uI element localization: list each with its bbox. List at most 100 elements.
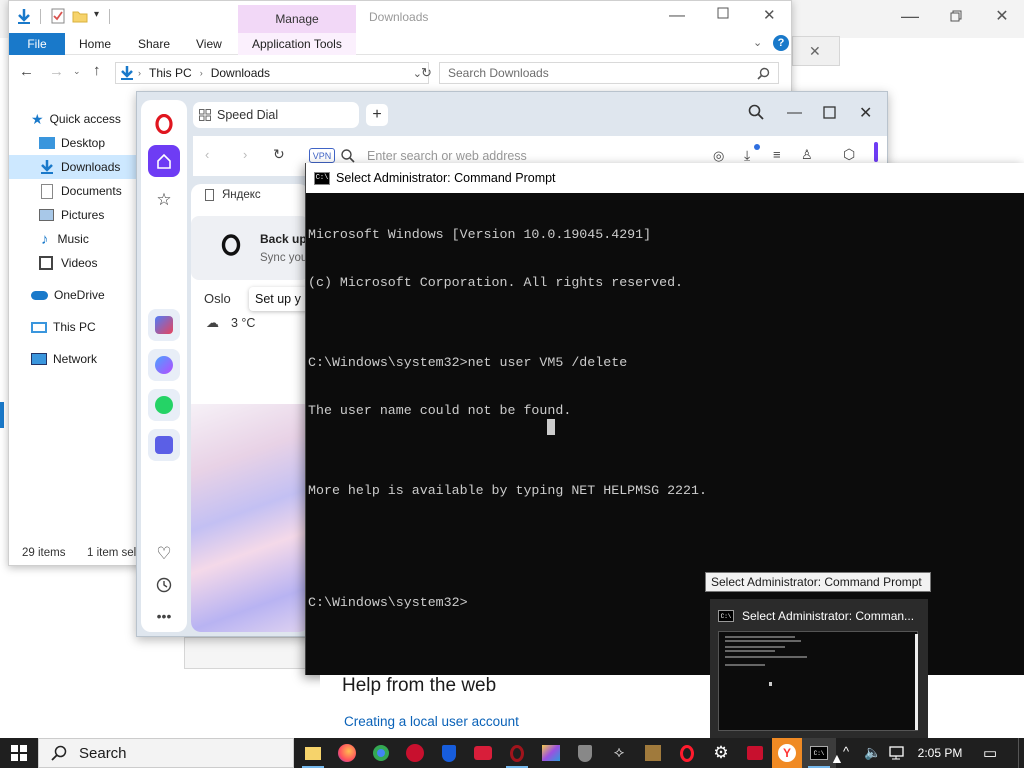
forward-icon[interactable]: ›	[243, 147, 247, 162]
nav-downloads[interactable]: Downloads	[9, 155, 137, 179]
cmd-titlebar[interactable]: C:\ Select Administrator: Command Prompt	[306, 163, 1024, 193]
breadcrumb-this-pc[interactable]: This PC	[149, 66, 192, 80]
bookmark-yandex[interactable]: Яндекс	[222, 189, 261, 201]
taskbar-settings[interactable]: ⚙	[704, 738, 738, 768]
bg-small-close-icon[interactable]: ✕	[809, 43, 821, 60]
help-link[interactable]: Creating a local user account	[344, 714, 519, 729]
recent-dropdown-icon[interactable]: ⌄	[73, 66, 81, 77]
taskbar-app-tray[interactable]	[738, 738, 772, 768]
back-icon[interactable]: ‹	[205, 147, 209, 162]
sidebar-home-button[interactable]	[148, 145, 180, 177]
taskbar-thumbnail-preview[interactable]: C:\ Select Administrator: Comman...	[710, 599, 928, 738]
properties-icon[interactable]	[49, 7, 67, 25]
bg-close-button[interactable]: ✕	[988, 6, 1016, 26]
taskbar-app-network[interactable]: ⟡	[602, 738, 636, 768]
profile-icon[interactable]: ♙	[801, 147, 813, 163]
thumbnail-text-line	[725, 640, 801, 642]
sidebar-aria-app[interactable]	[148, 309, 180, 341]
qat-dropdown-icon[interactable]: ▾	[94, 9, 99, 20]
tab-speed-dial[interactable]: Speed Dial	[193, 102, 359, 128]
taskbar-app-camera[interactable]	[466, 738, 500, 768]
sidebar-whatsapp-app[interactable]	[148, 389, 180, 421]
explorer-ribbon: File Home Share View Application Tools ⌄…	[9, 33, 791, 55]
forward-arrow-icon[interactable]: →	[49, 63, 64, 80]
sidebar-music-app[interactable]	[148, 429, 180, 461]
opera-logo-icon[interactable]	[152, 112, 176, 136]
taskbar-app-shield[interactable]	[568, 738, 602, 768]
help-icon[interactable]: ?	[773, 35, 789, 51]
crypto-wallet-icon[interactable]: ⬡	[843, 146, 855, 163]
computer-icon	[31, 321, 47, 333]
nav-pictures[interactable]: Pictures	[9, 203, 137, 227]
taskbar-firefox[interactable]	[330, 738, 364, 768]
breadcrumb-chevron-icon: ›	[199, 68, 203, 78]
nav-desktop[interactable]: Desktop	[9, 131, 137, 155]
reload-icon[interactable]: ↻	[273, 146, 285, 163]
taskbar-search-box[interactable]: Search	[38, 738, 294, 768]
opera-close-button[interactable]: ✕	[859, 103, 872, 123]
tab-home[interactable]: Home	[65, 33, 125, 55]
nav-onedrive[interactable]: OneDrive	[9, 283, 137, 307]
sidebar-messenger-app[interactable]	[148, 349, 180, 381]
backup-card[interactable]: Back up Sync you	[191, 216, 309, 280]
taskbar-app-red[interactable]	[398, 738, 432, 768]
sidebar-pinboard-button[interactable]: ☆	[148, 184, 180, 216]
up-arrow-icon[interactable]: ↑	[93, 62, 101, 79]
nav-network[interactable]: Network	[9, 347, 137, 371]
close-button[interactable]: ✕	[763, 6, 776, 24]
setup-tooltip[interactable]: Set up y	[249, 287, 309, 311]
back-arrow-icon[interactable]: ←	[19, 63, 34, 80]
bg-minimize-button[interactable]: —	[896, 6, 924, 26]
manage-contextual-group[interactable]: Manage	[238, 5, 356, 33]
search-input[interactable]: Search Downloads	[439, 62, 779, 84]
cmd-icon: C:\	[314, 171, 330, 185]
new-tab-button[interactable]: +	[366, 104, 388, 126]
camera-icon[interactable]: ◎	[713, 148, 724, 164]
tab-view[interactable]: View	[182, 33, 236, 55]
sidebar-more-button[interactable]: •••	[148, 600, 180, 632]
sidebar-history-button[interactable]	[148, 569, 180, 601]
opera-minimize-button[interactable]: —	[787, 104, 802, 121]
taskbar-app-box[interactable]	[636, 738, 670, 768]
start-button[interactable]	[0, 738, 38, 768]
volume-muted-icon[interactable]: 🔈	[864, 744, 881, 761]
notification-icon[interactable]: ▭	[983, 744, 997, 762]
opera-maximize-button[interactable]	[823, 106, 836, 122]
taskbar-file-explorer[interactable]	[296, 738, 330, 768]
nav-quick-access[interactable]: ★ Quick access	[9, 107, 137, 131]
nav-music[interactable]: ♪ Music	[9, 227, 137, 251]
new-folder-icon[interactable]	[71, 7, 89, 25]
network-status-icon[interactable]	[889, 746, 905, 763]
bg-restore-button[interactable]	[942, 6, 970, 26]
address-bar[interactable]: › This PC › Downloads ⌄	[115, 62, 429, 84]
maximize-button[interactable]	[717, 7, 729, 22]
show-desktop-button[interactable]	[1018, 738, 1024, 768]
vpn-badge[interactable]: VPN	[309, 148, 335, 163]
thumbnail-text-line	[725, 664, 765, 666]
opera-search-tabs-button[interactable]	[748, 104, 764, 123]
taskbar-opera[interactable]	[500, 738, 534, 768]
show-hidden-icons-button[interactable]: ^	[843, 744, 849, 759]
taskbar-yandex[interactable]: Y	[772, 738, 802, 768]
bookmark-page-icon	[205, 189, 214, 201]
tab-application-tools[interactable]: Application Tools	[252, 33, 342, 55]
nav-this-pc[interactable]: This PC	[9, 315, 137, 339]
taskbar-opera-gx[interactable]	[670, 738, 704, 768]
taskbar-chrome[interactable]	[364, 738, 398, 768]
minimize-button[interactable]: —	[669, 7, 685, 25]
ribbon-expand-icon[interactable]: ⌄	[753, 36, 762, 49]
nav-documents[interactable]: Documents	[9, 179, 137, 203]
taskbar-app-colorful[interactable]	[534, 738, 568, 768]
taskbar-bitwarden[interactable]	[432, 738, 466, 768]
refresh-icon[interactable]: ↻	[421, 65, 432, 81]
download-arrow-icon[interactable]	[15, 7, 33, 25]
easy-setup-icon[interactable]: ≡	[773, 147, 781, 162]
sidebar-favorites-button[interactable]: ♡	[148, 538, 180, 570]
taskbar-clock[interactable]: 2:05 PM	[906, 738, 974, 768]
download-icon[interactable]: ⤓	[744, 147, 750, 164]
nav-videos[interactable]: Videos	[9, 251, 137, 275]
tab-share[interactable]: Share	[124, 33, 184, 55]
url-input[interactable]: Enter search or web address	[367, 149, 527, 163]
tab-file[interactable]: File	[9, 33, 65, 55]
breadcrumb-downloads[interactable]: Downloads	[211, 66, 270, 80]
